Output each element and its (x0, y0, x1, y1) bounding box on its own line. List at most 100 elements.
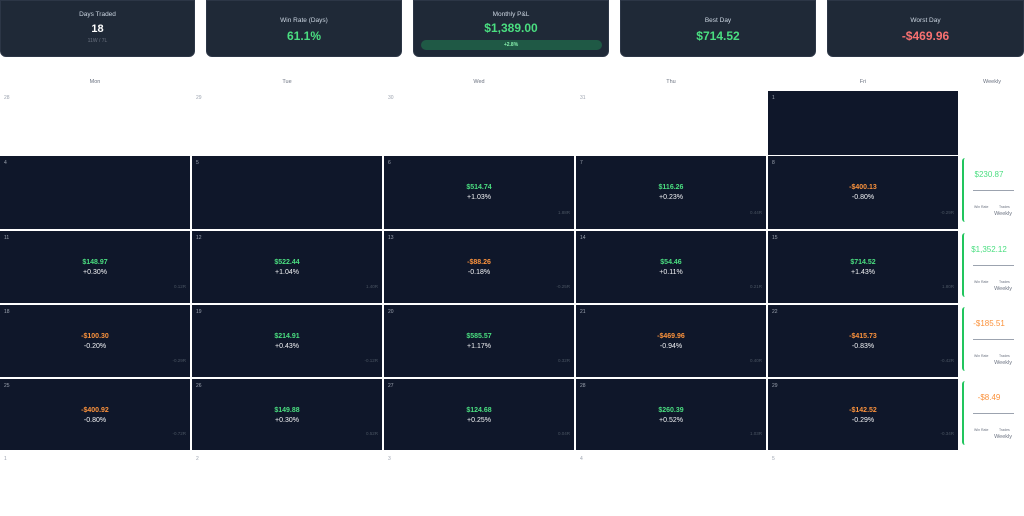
weekly-win-rate-label: Win Rate (974, 354, 989, 358)
day-header-tue: Tue (282, 79, 292, 85)
weekly-pnl: $230.87 (974, 170, 1004, 179)
calendar-day-cell[interactable]: 14 $54.46 +0.11% 0.21R (576, 231, 766, 303)
weekly-title: Weekly (994, 434, 1012, 440)
day-number: 22 (772, 309, 778, 315)
weekly-win-rate-label: Win Rate (974, 205, 989, 209)
day-number: 5 (772, 456, 775, 462)
day-percent: +0.11% (659, 269, 683, 276)
calendar-day-cell[interactable]: 31 (576, 91, 766, 155)
day-number: 11 (4, 235, 10, 241)
weekly-pnl: -$185.51 (973, 319, 1005, 328)
calendar-day-cell[interactable]: 3 (384, 452, 574, 472)
calendar-day-cell[interactable]: 5 (192, 156, 382, 229)
day-number: 1 (772, 95, 775, 101)
calendar-day-cell[interactable]: 5 (768, 452, 958, 472)
worst-day-label: Worst Day (910, 17, 941, 24)
day-pnl: $714.52 (850, 259, 876, 266)
day-number: 6 (388, 160, 391, 166)
weekly-summary-card: -$8.49 Win Rate Trades Weekly (962, 381, 1014, 445)
weekly-divider (973, 265, 1014, 266)
day-number: 1 (4, 456, 7, 462)
day-r-multiple: 1.80R (941, 284, 954, 289)
calendar-day-cell[interactable]: 2 (192, 452, 382, 472)
calendar-day-cell[interactable]: 4 (576, 452, 766, 472)
calendar-day-cell[interactable]: 1 (768, 91, 958, 155)
calendar-day-cell[interactable]: 12 $522.44 +1.04% 1.40R (192, 231, 382, 303)
day-number: 2 (196, 456, 199, 462)
day-percent: -0.83% (851, 343, 875, 350)
day-number: 4 (4, 160, 7, 166)
calendar-day-cell[interactable]: 22 -$415.73 -0.83% -0.42R (768, 305, 958, 377)
calendar-day-cell[interactable]: 28 $260.39 +0.52% 1.03R (576, 379, 766, 450)
calendar-day-cell[interactable]: 19 $214.91 +0.43% -0.12R (192, 305, 382, 377)
day-pnl: -$469.96 (657, 333, 685, 340)
day-pnl: $522.44 (274, 259, 300, 266)
day-number: 15 (772, 235, 778, 241)
day-percent: +0.23% (659, 194, 683, 201)
day-header-wed: Wed (473, 79, 485, 85)
weekly-win-rate-label: Win Rate (974, 428, 989, 432)
calendar-day-cell[interactable]: 21 -$469.96 -0.94% 0.40R (576, 305, 766, 377)
weekly-divider (973, 190, 1014, 191)
weekly-title: Weekly (994, 286, 1012, 292)
calendar-day-cell[interactable]: 25 -$400.92 -0.80% -0.72R (0, 379, 190, 450)
calendar-day-cell[interactable]: 27 $124.68 +0.25% 0.04R (384, 379, 574, 450)
day-r-multiple: -0.29R (172, 358, 186, 363)
day-percent: -0.20% (83, 343, 107, 350)
calendar-day-cell[interactable]: 7 $116.26 +0.23% 0.44R (576, 156, 766, 229)
calendar-day-cell[interactable]: 8 -$400.13 -0.80% -0.29R (768, 156, 958, 229)
calendar-day-cell[interactable]: 26 $149.88 +0.30% 0.52R (192, 379, 382, 450)
weekly-trades-label: Trades (999, 428, 1010, 432)
best-day-label: Best Day (704, 17, 732, 24)
weekly-win-rate-label: Win Rate (974, 280, 989, 284)
day-pnl: -$88.26 (467, 259, 491, 266)
day-percent: +0.52% (659, 417, 683, 424)
day-r-multiple: 0.40R (749, 358, 762, 363)
day-pnl: $514.74 (466, 184, 492, 191)
win-rate-card: Win Rate (Days) 61.1% (206, 0, 402, 57)
day-number: 29 (772, 383, 778, 389)
day-r-multiple: -0.12R (364, 358, 378, 363)
day-percent: -0.80% (83, 417, 107, 424)
day-pnl: $585.57 (466, 333, 492, 340)
days-traded-card: Days Traded 18 11W / 7L (0, 0, 195, 57)
day-pnl: $54.46 (660, 259, 682, 266)
day-number: 18 (4, 309, 10, 315)
calendar-day-cell[interactable]: 15 $714.52 +1.43% 1.80R (768, 231, 958, 303)
calendar-day-cell[interactable]: 29 -$142.52 -0.29% -0.34R (768, 379, 958, 450)
weekly-trades-label: Trades (999, 354, 1010, 358)
day-pnl: -$142.52 (849, 407, 877, 414)
day-percent: +0.25% (467, 417, 491, 424)
calendar-day-cell[interactable]: 1 (0, 452, 190, 472)
day-pnl: $124.68 (466, 407, 492, 414)
calendar-day-cell[interactable]: 28 (0, 91, 190, 155)
best-day-value: $714.52 (696, 29, 740, 43)
calendar-day-cell[interactable]: 20 $585.57 +1.17% 0.32R (384, 305, 574, 377)
worst-day-card: Worst Day -$469.96 (827, 0, 1024, 57)
calendar-day-cell[interactable]: 18 -$100.30 -0.20% -0.29R (0, 305, 190, 377)
day-pnl: $260.39 (658, 407, 684, 414)
day-number: 19 (196, 309, 202, 315)
weekly-summary-card: $230.87 Win Rate Trades Weekly (962, 158, 1014, 222)
monthly-pnl-label: Monthly P&L (492, 11, 530, 18)
calendar-day-cell[interactable]: 6 $514.74 +1.03% 1.88R (384, 156, 574, 229)
day-number: 8 (772, 160, 775, 166)
calendar-day-cell[interactable]: 13 -$88.26 -0.18% -0.25R (384, 231, 574, 303)
day-number: 25 (4, 383, 10, 389)
day-number: 21 (580, 309, 586, 315)
day-pnl: $214.91 (274, 333, 300, 340)
calendar-day-cell[interactable]: 4 (0, 156, 190, 229)
weekly-title: Weekly (994, 360, 1012, 366)
day-number: 29 (196, 95, 202, 101)
calendar-day-cell[interactable]: 30 (384, 91, 574, 155)
day-number: 13 (388, 235, 394, 241)
day-percent: -0.80% (851, 194, 875, 201)
day-pnl: -$400.13 (849, 184, 877, 191)
calendar-day-cell[interactable]: 29 (192, 91, 382, 155)
day-pnl: $116.26 (658, 184, 684, 191)
days-traded-sub: 11W / 7L (87, 38, 108, 44)
calendar-day-cell[interactable]: 11 $148.97 +0.30% 0.12R (0, 231, 190, 303)
day-pnl: $149.88 (274, 407, 300, 414)
day-number: 28 (4, 95, 10, 101)
day-percent: -0.18% (467, 269, 491, 276)
